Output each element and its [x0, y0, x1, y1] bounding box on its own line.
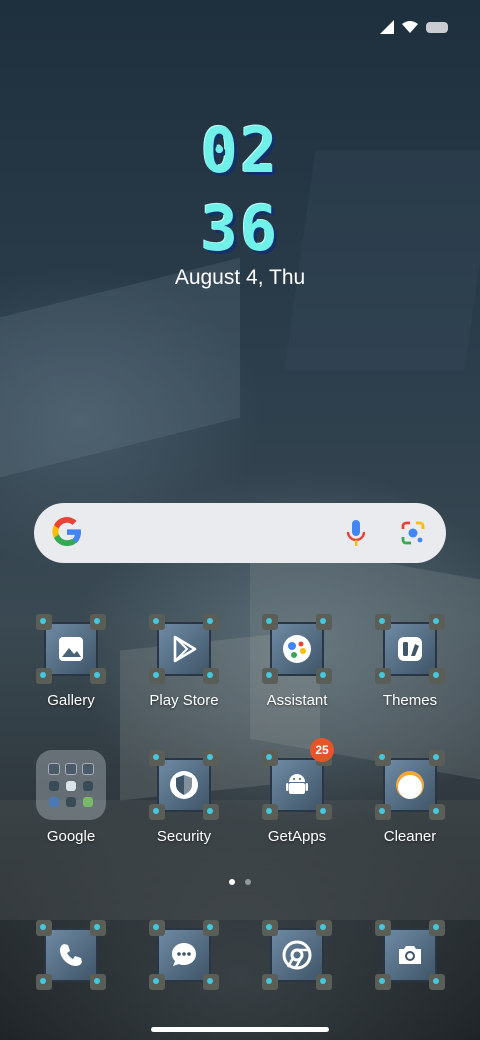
status-bar: [0, 0, 480, 54]
camera-icon: [399, 946, 421, 964]
signal-icon: [380, 20, 394, 34]
mic-icon[interactable]: [346, 519, 366, 547]
navigation-handle[interactable]: [151, 1027, 329, 1032]
cleaner-icon: [396, 771, 424, 799]
notification-badge: 25: [310, 738, 334, 762]
clock-minute: 36: [200, 192, 280, 265]
page-indicator: [0, 879, 480, 885]
date-label[interactable]: August 4, Thu: [0, 266, 480, 290]
battery-icon: [426, 21, 448, 33]
themes-icon: [398, 637, 422, 661]
app-label: Themes: [382, 692, 438, 709]
messages-icon: [172, 943, 196, 966]
app-security[interactable]: Security: [129, 750, 239, 845]
shield-icon: [170, 771, 198, 799]
chrome-icon: [282, 940, 312, 970]
dock-camera[interactable]: [355, 920, 465, 990]
status-icons: [380, 20, 448, 34]
clock-widget[interactable]: 02 36: [0, 112, 480, 268]
app-label: Play Store: [149, 692, 219, 709]
dock-chrome[interactable]: [242, 920, 352, 990]
dock-phone[interactable]: [16, 920, 126, 990]
clock-hour: 02: [200, 114, 280, 187]
app-label: GetApps: [267, 828, 327, 845]
app-play-store[interactable]: Play Store: [129, 614, 239, 709]
dock-messages[interactable]: [129, 920, 239, 990]
android-icon: [286, 774, 308, 794]
app-getapps[interactable]: 25 GetApps: [242, 738, 352, 845]
wifi-icon: [402, 21, 418, 33]
app-label: Assistant: [266, 692, 328, 709]
page-dot: [245, 879, 251, 885]
app-label: Cleaner: [383, 828, 437, 845]
gallery-icon: [59, 637, 83, 661]
folder-google[interactable]: Google: [16, 750, 126, 845]
app-assistant[interactable]: Assistant: [242, 614, 352, 709]
app-label: Security: [156, 828, 212, 845]
app-cleaner[interactable]: Cleaner: [355, 750, 465, 845]
play-store-icon: [173, 635, 197, 663]
google-search-bar[interactable]: [34, 503, 446, 563]
assistant-icon: [283, 635, 311, 663]
app-themes[interactable]: Themes: [355, 614, 465, 709]
folder-icon: [36, 750, 106, 820]
google-g-icon: [52, 517, 81, 547]
app-label: Google: [46, 828, 96, 845]
page-dot-active: [229, 879, 235, 885]
app-label: Gallery: [47, 692, 95, 709]
lens-icon[interactable]: [400, 520, 426, 546]
app-gallery[interactable]: Gallery: [16, 614, 126, 709]
phone-icon: [60, 944, 82, 966]
